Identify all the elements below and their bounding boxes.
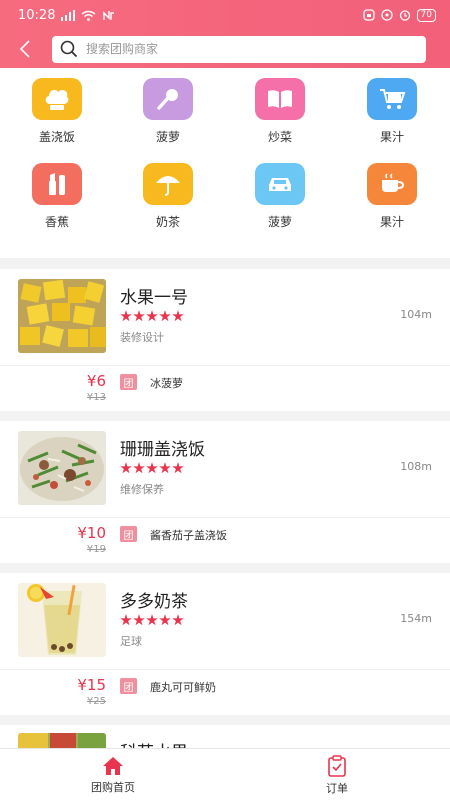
category-label: 菠萝 [155,130,180,144]
group-buy-badge: 团 [120,374,137,390]
book-icon [255,78,305,120]
deal-price: ¥10 [77,524,106,542]
shop-category: 维修保养 [120,483,164,496]
category-item[interactable]: 菠萝 [245,163,315,230]
deal-name: 酱香茄子盖浇饭 [150,529,227,542]
star-icon [133,614,145,626]
shop-thumbnail [18,279,106,353]
clipboard-icon [328,754,346,777]
lock-icon [362,9,375,21]
category-label: 果汁 [379,130,404,144]
signal-icon [61,9,76,21]
tab-orders-label: 订单 [326,781,348,795]
category-item[interactable]: 盖浇饭 [22,78,92,145]
location-icon [380,9,393,21]
category-item[interactable]: 香蕉 [22,163,92,230]
search-icon [60,40,78,58]
tab-home-label: 团购首页 [91,780,135,794]
shop-category: 装修设计 [120,331,164,344]
search-input[interactable] [86,42,418,56]
star-icon [172,310,184,322]
deal-row[interactable]: ¥6 ¥13 团 冰菠萝 [0,365,450,411]
shop-thumbnail [18,583,106,657]
shop-thumbnail [18,431,106,505]
shopping-cart-icon [367,78,417,120]
header: 10:28 70 [0,0,450,68]
original-price: ¥19 [86,544,106,555]
category-label: 果汁 [379,215,404,229]
bottom-tab-bar: 团购首页 订单 [0,748,450,800]
category-item[interactable]: 果汁 [357,163,427,230]
category-label: 盖浇饭 [38,130,75,144]
group-buy-badge: 团 [120,678,137,694]
rating-stars [120,310,184,322]
group-buy-badge: 团 [120,526,137,542]
deal-name: 冰菠萝 [150,377,183,390]
star-icon [120,462,132,474]
tab-orders[interactable]: 订单 [277,749,397,800]
category-label: 炒菜 [267,130,292,144]
category-label: 奶茶 [155,215,180,229]
shop-thumbnail [18,733,106,748]
star-icon [159,462,171,474]
shop-card[interactable]: 珊珊盖浇饭 维修保养 108m ¥10 ¥19 团 酱香茄子盖浇饭 [0,421,450,563]
nfc-icon [103,10,115,20]
shop-distance: 154m [400,612,432,625]
home-icon [103,756,123,775]
status-bar: 10:28 70 [0,0,450,30]
coffee-cup-icon [367,163,417,205]
star-icon [133,310,145,322]
shop-card[interactable]: 多多奶茶 足球 154m ¥15 ¥25 团 鹿丸可可鲜奶 [0,573,450,715]
shop-name: 水果一号 [120,288,188,308]
shop-distance: 108m [400,460,432,473]
shop-distance: 104m [400,308,432,321]
category-label: 菠萝 [267,215,292,229]
lipstick-icon [32,163,82,205]
back-button[interactable] [14,36,36,62]
star-icon [159,614,171,626]
shop-card[interactable]: 水果一号 装修设计 104m ¥6 ¥13 团 冰菠萝 [0,269,450,411]
deal-price: ¥15 [77,676,106,694]
category-item[interactable]: 奶茶 [133,163,203,230]
rating-stars [120,462,184,474]
rating-stars [120,614,184,626]
star-icon [159,310,171,322]
category-label: 香蕉 [44,215,69,229]
category-item[interactable]: 菠萝 [133,78,203,145]
umbrella-icon [143,163,193,205]
star-icon [146,614,158,626]
battery-indicator: 70 [416,8,436,22]
category-item[interactable]: 炒菜 [245,78,315,145]
category-item[interactable]: 果汁 [357,78,427,145]
star-icon [172,614,184,626]
original-price: ¥25 [86,696,106,707]
chevron-left-icon [19,40,30,58]
tab-home[interactable]: 团购首页 [53,749,173,800]
deal-row[interactable]: ¥10 ¥19 团 酱香茄子盖浇饭 [0,517,450,563]
shop-name: 科苑水果 [120,738,188,748]
star-icon [146,462,158,474]
search-box[interactable] [52,35,426,63]
status-time: 10:28 [18,7,56,23]
shop-name: 多多奶茶 [120,592,188,612]
category-grid: 盖浇饭 菠萝 炒菜 果汁 香蕉 奶茶 菠萝 果汁 [0,68,450,258]
star-icon [133,462,145,474]
original-price: ¥13 [86,392,106,403]
star-icon [172,462,184,474]
microphone-icon [143,78,193,120]
wifi-icon [82,10,96,21]
shop-name: 珊珊盖浇饭 [120,440,205,460]
car-icon [255,163,305,205]
shop-card[interactable]: 科苑水果 [0,725,450,748]
deal-row[interactable]: ¥15 ¥25 团 鹿丸可可鲜奶 [0,669,450,715]
deal-price: ¥6 [86,372,106,390]
star-icon [146,310,158,322]
alarm-icon [399,10,410,21]
shop-category: 足球 [120,635,142,648]
chef-hat-icon [32,78,82,120]
star-icon [120,310,132,322]
deal-name: 鹿丸可可鲜奶 [150,681,216,694]
star-icon [120,614,132,626]
